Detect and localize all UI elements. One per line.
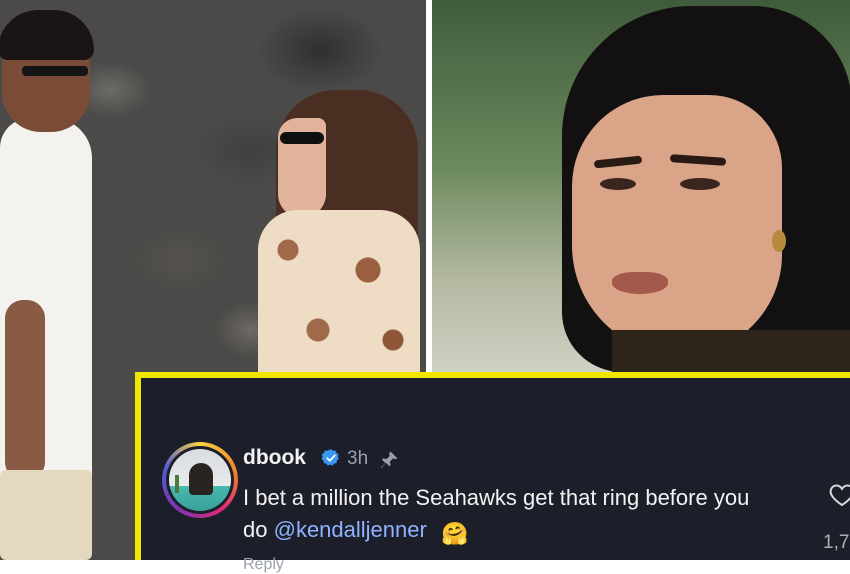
portrait-earring [772, 230, 786, 252]
pin-icon [381, 451, 398, 468]
portrait-eye-right [680, 178, 720, 190]
photo-portrait [432, 0, 850, 372]
comment-body: I bet a million the Seahawks get that ri… [243, 482, 763, 550]
verified-badge-icon [321, 449, 339, 466]
man-sunglasses [22, 66, 88, 76]
man-shorts [0, 470, 92, 560]
comment-timestamp: 3h [347, 448, 369, 469]
reply-button[interactable]: Reply [243, 556, 284, 574]
portrait-collar [612, 330, 850, 372]
man-arm [5, 300, 45, 480]
mention-link[interactable]: @kendalljenner [274, 517, 427, 542]
story-ring[interactable] [162, 442, 238, 518]
woman-sunglasses [280, 132, 324, 144]
woman-floral-dress [258, 210, 420, 372]
comment-card: dbook 3h I bet a million the Seahawks ge… [135, 372, 850, 573]
like-count: 1,7 [823, 532, 850, 553]
avatar[interactable] [169, 449, 231, 511]
comment-username[interactable]: dbook [243, 446, 306, 470]
heart-outline-icon[interactable] [829, 483, 850, 507]
portrait-lips [612, 272, 668, 294]
portrait-eye-left [600, 178, 636, 190]
portrait-face [572, 95, 782, 355]
hugging-face-emoji: 🤗 [440, 521, 469, 546]
man-hair [0, 10, 94, 60]
